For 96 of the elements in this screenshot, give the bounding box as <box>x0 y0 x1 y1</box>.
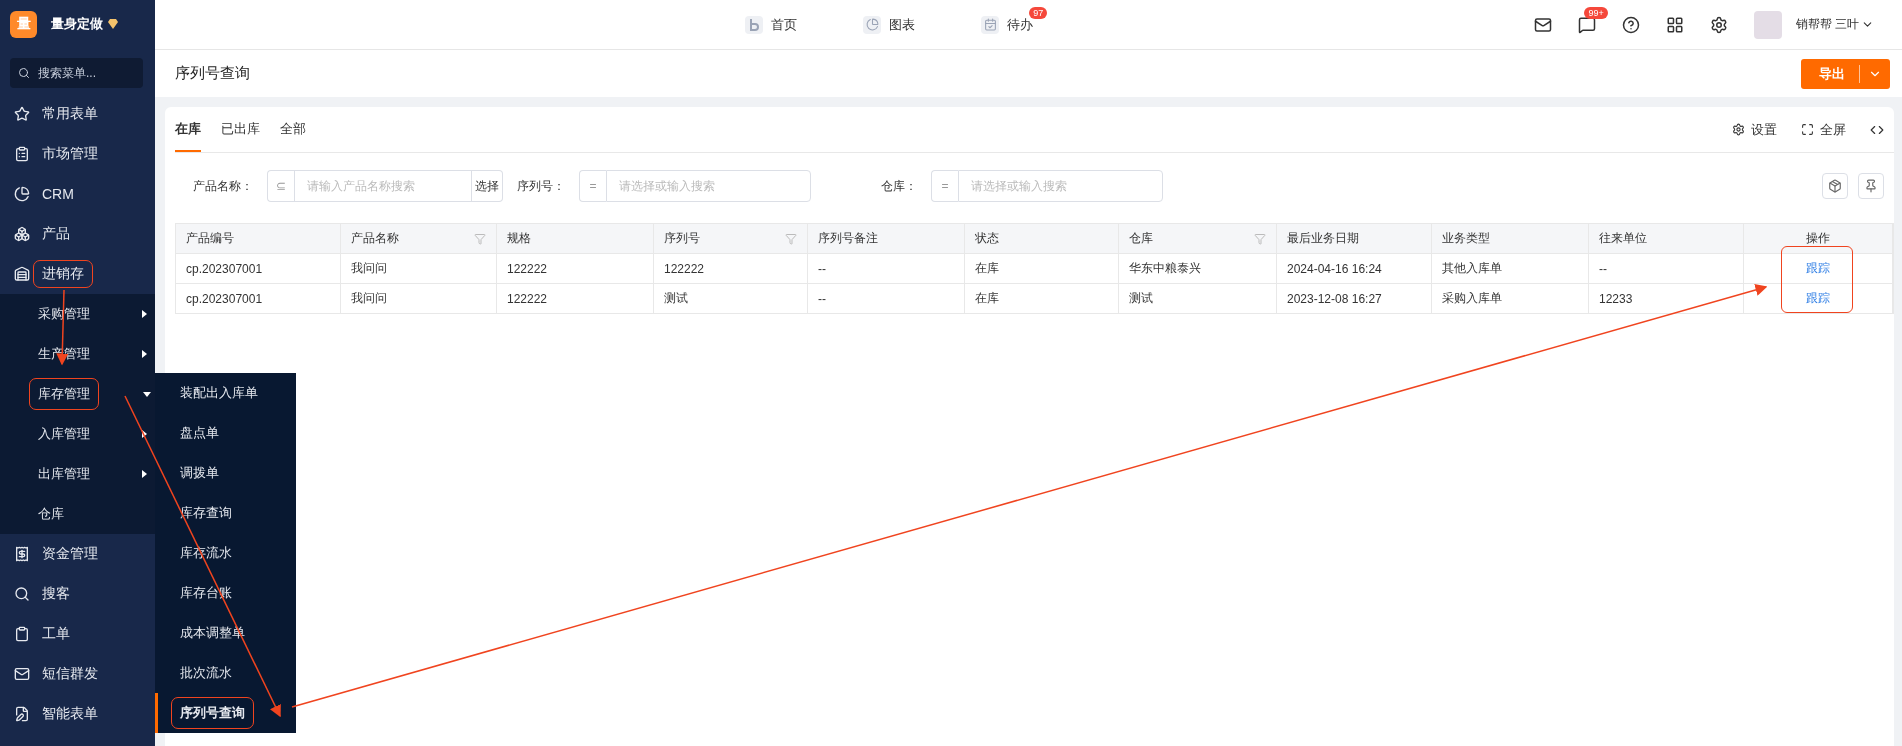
settings-icon[interactable] <box>1709 15 1728 34</box>
table-cell: cp.202307001 <box>176 254 341 284</box>
menu-item[interactable]: 资金管理 <box>0 534 155 574</box>
menu-icon <box>14 626 30 642</box>
page-title: 序列号查询 <box>175 64 250 83</box>
mail-icon[interactable] <box>1533 15 1552 34</box>
menu-item[interactable]: CRM <box>0 174 155 214</box>
column-header: 规格 <box>497 224 654 254</box>
brand-logo: 量 <box>10 10 37 38</box>
menu-search-field[interactable]: 搜索菜单... <box>10 58 143 88</box>
nav-icon <box>863 15 882 34</box>
submenu-item[interactable]: 仓库 <box>0 494 155 534</box>
column-header: 序列号备注 <box>808 224 965 254</box>
table-cell: 我问问 <box>341 284 497 314</box>
table-cell: 测试 <box>1119 284 1277 314</box>
table-cell: 我问问 <box>341 254 497 284</box>
select-button[interactable]: 选择 <box>472 170 503 202</box>
toolbar-button[interactable]: 全屏 <box>1801 120 1846 139</box>
menu-item[interactable]: 常用表单 <box>0 94 155 134</box>
menu-item[interactable]: 市场管理 <box>0 134 155 174</box>
table-cell: 122222 <box>654 254 808 284</box>
grid-icon[interactable] <box>1665 15 1684 34</box>
count-badge: 99+ <box>1584 6 1608 19</box>
menu-icon <box>14 106 30 122</box>
help-icon[interactable] <box>1621 15 1640 34</box>
brand-name: 量身定做 <box>51 15 103 33</box>
track-link[interactable]: 跟踪 <box>1806 290 1830 307</box>
menu-icon <box>14 186 30 202</box>
table-cell: -- <box>1589 254 1744 284</box>
message-icon[interactable] <box>1577 15 1596 34</box>
table-cell: 12233 <box>1589 284 1744 314</box>
table-cell: 测试 <box>654 284 808 314</box>
menu-icon <box>14 586 30 602</box>
table-cell: 采购入库单 <box>1432 284 1589 314</box>
tab[interactable]: 全部 <box>280 107 306 152</box>
column-header: 业务类型 <box>1432 224 1589 254</box>
menu-search-input[interactable]: 搜索菜单... <box>36 65 136 81</box>
column-header: 往来单位 <box>1589 224 1744 254</box>
tab[interactable]: 在库 <box>175 107 201 152</box>
menu-item[interactable]: 进销存 <box>0 254 155 294</box>
flyout-menu-item[interactable]: 盘点单 <box>155 413 296 453</box>
table-cell: 在库 <box>965 254 1119 284</box>
toolbar-button[interactable]: 设置 <box>1732 120 1777 139</box>
nav-link[interactable]: 首页 <box>745 15 798 34</box>
pin-icon[interactable] <box>1858 173 1884 199</box>
menu-item[interactable]: 产品 <box>0 214 155 254</box>
diamond-icon <box>107 19 119 29</box>
table-cell: -- <box>808 254 965 284</box>
nav-link[interactable]: 图表 <box>863 15 916 34</box>
nav-icon <box>981 15 1000 34</box>
flyout-menu-item[interactable]: 装配出入库单 <box>155 373 296 413</box>
column-header: 仓库 <box>1119 224 1277 254</box>
filter-input[interactable]: 请选择或输入搜索 <box>606 170 811 202</box>
column-header: 序列号 <box>654 224 808 254</box>
submenu-item[interactable]: 库存管理 <box>0 374 155 414</box>
table-cell: 2023-12-08 16:27 <box>1277 284 1432 314</box>
column-header: 产品名称 <box>341 224 497 254</box>
fullscreen-icon <box>1801 123 1814 136</box>
table-cell: 华东中粮泰兴 <box>1119 254 1277 284</box>
menu-item[interactable]: 搜客 <box>0 574 155 614</box>
flyout-menu-item[interactable]: 调拨单 <box>155 453 296 493</box>
track-link[interactable]: 跟踪 <box>1806 260 1830 277</box>
menu-icon <box>14 226 30 242</box>
settings-icon <box>1732 123 1745 136</box>
table-cell: cp.202307001 <box>176 284 341 314</box>
tab[interactable]: 已出库 <box>221 107 260 152</box>
menu-icon <box>14 706 30 722</box>
table-cell: -- <box>808 284 965 314</box>
column-header: 产品编号 <box>176 224 341 254</box>
menu-item[interactable]: 工单 <box>0 614 155 654</box>
filter-label: 产品名称： <box>193 177 253 195</box>
filter-input[interactable]: 请输入产品名称搜索 <box>294 170 472 202</box>
home-icon <box>745 15 764 34</box>
filter-label: 仓库： <box>881 177 917 195</box>
search-icon <box>18 67 30 79</box>
user-menu[interactable]: 销帮帮 三叶 <box>1789 15 1880 34</box>
table-cell: 其他入库单 <box>1432 254 1589 284</box>
filter-label: 序列号： <box>517 177 565 195</box>
flyout-menu-item[interactable]: 批次流水 <box>155 653 296 693</box>
flyout-menu-item[interactable]: 库存台账 <box>155 573 296 613</box>
package-icon[interactable] <box>1822 173 1848 199</box>
table-cell: 122222 <box>497 254 654 284</box>
table-cell: 122222 <box>497 284 654 314</box>
menu-icon <box>14 146 30 162</box>
filter-input[interactable]: 请选择或输入搜索 <box>958 170 1163 202</box>
column-header: 状态 <box>965 224 1119 254</box>
column-header: 最后业务日期 <box>1277 224 1432 254</box>
menu-item[interactable]: 短信群发 <box>0 654 155 694</box>
table-cell: 2024-04-16 16:24 <box>1277 254 1432 284</box>
menu-icon <box>14 266 30 282</box>
count-badge: 97 <box>1029 6 1048 19</box>
table-cell: 在库 <box>965 284 1119 314</box>
column-header: 操作 <box>1744 224 1893 254</box>
menu-icon <box>14 546 30 562</box>
menu-icon <box>14 666 30 682</box>
menu-item[interactable]: 智能表单 <box>0 694 155 734</box>
